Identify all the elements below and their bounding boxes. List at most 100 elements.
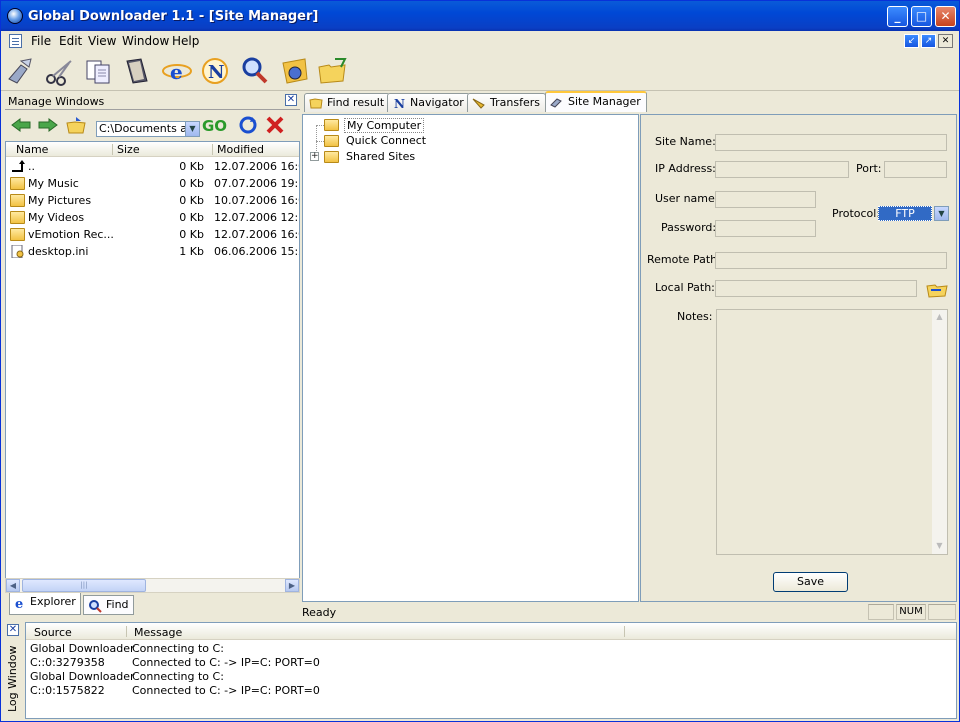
column-source[interactable]: Source <box>34 626 72 639</box>
file-row[interactable]: My Pictures 0 Kb 10.07.2006 16:04 <box>6 192 299 209</box>
file-row[interactable]: My Videos 0 Kb 12.07.2006 12:50 <box>6 209 299 226</box>
refresh-icon[interactable] <box>238 115 258 135</box>
cut-icon[interactable] <box>43 55 75 87</box>
site-manager-icon <box>550 98 562 108</box>
mdi-maximize-icon[interactable]: ↗ <box>921 34 936 48</box>
ip-address-field[interactable] <box>715 161 849 178</box>
navigator-icon[interactable]: N <box>199 55 231 87</box>
file-row[interactable]: My Music 0 Kb 07.07.2006 19:14 <box>6 175 299 192</box>
site-name-field[interactable] <box>715 134 947 151</box>
find-icon[interactable] <box>239 55 271 87</box>
scroll-up-icon[interactable]: ▲ <box>932 310 947 325</box>
file-name: vEmotion Rec... <box>28 228 114 241</box>
protocol-label: Protocol: <box>832 207 881 220</box>
ip-address-label: IP Address: <box>655 162 716 175</box>
file-modified: 12.07.2006 12:50 <box>214 211 299 224</box>
column-modified[interactable]: Modified <box>217 143 264 156</box>
browse-folder-icon[interactable] <box>925 280 949 298</box>
log-message: Connecting to C: <box>132 642 224 655</box>
close-panel-icon[interactable]: ✕ <box>285 94 297 106</box>
log-message: Connecting to C: <box>132 670 224 683</box>
status-num: NUM <box>896 604 926 620</box>
user-name-field[interactable] <box>715 191 816 208</box>
file-row[interactable]: .. 0 Kb 12.07.2006 16:03 <box>6 158 299 175</box>
port-label: Port: <box>856 162 882 175</box>
column-name[interactable]: Name <box>16 143 48 156</box>
folder-icon <box>10 177 25 190</box>
folder-icon <box>324 135 339 147</box>
document-icon[interactable] <box>9 34 22 48</box>
internet-explorer-icon[interactable]: e <box>161 55 193 87</box>
menu-view[interactable]: View <box>88 34 116 48</box>
address-combo[interactable]: C:\Documents ar ▼ <box>96 121 200 137</box>
notes-scrollbar[interactable]: ▲ ▼ <box>932 310 947 554</box>
svg-text:GO: GO <box>202 117 227 134</box>
tab-navigator[interactable]: N Navigator <box>387 93 470 112</box>
log-window-sidebar: ✕ Log Window <box>5 622 23 719</box>
save-button[interactable]: Save <box>773 572 848 592</box>
tab-find-result[interactable]: Find result <box>304 93 391 112</box>
log-list: Source Message Global Downloader Connect… <box>25 622 957 719</box>
minimize-button[interactable]: _ <box>887 6 908 27</box>
go-icon[interactable]: GO <box>202 116 232 134</box>
menu-window[interactable]: Window <box>122 34 169 48</box>
file-row[interactable]: desktop.ini 1 Kb 06.06.2006 15:28 <box>6 243 299 260</box>
mdi-close-icon[interactable]: ✕ <box>938 34 953 48</box>
back-arrow-icon[interactable] <box>10 118 32 132</box>
column-size[interactable]: Size <box>117 143 140 156</box>
chevron-down-icon[interactable]: ▼ <box>934 206 949 221</box>
file-name: My Videos <box>28 211 85 224</box>
navigator-icon: N <box>394 97 405 109</box>
tab-transfers-label: Transfers <box>490 96 540 109</box>
title-bar[interactable]: Global Downloader 1.1 - [Site Manager] _… <box>1 1 959 31</box>
scroll-thumb[interactable]: ||| <box>22 579 146 592</box>
book-icon[interactable] <box>121 55 153 87</box>
status-bar: Ready NUM <box>302 603 957 621</box>
menu-help[interactable]: Help <box>172 34 199 48</box>
forward-arrow-icon[interactable] <box>37 118 59 132</box>
file-row[interactable]: vEmotion Rec... 0 Kb 12.07.2006 16:03 <box>6 226 299 243</box>
app-window: Global Downloader 1.1 - [Site Manager] _… <box>0 0 960 722</box>
tab-transfers[interactable]: Transfers <box>467 93 546 112</box>
folder-icon <box>10 194 25 207</box>
tools-icon[interactable] <box>279 55 311 87</box>
tab-site-manager[interactable]: Site Manager <box>545 91 647 112</box>
maximize-button[interactable]: □ <box>911 6 932 27</box>
file-size: 0 Kb <box>179 194 204 207</box>
chevron-down-icon[interactable]: ▼ <box>185 122 199 136</box>
local-path-field[interactable] <box>715 280 917 297</box>
notes-textarea[interactable]: ▲ ▼ <box>716 309 948 555</box>
scroll-right-icon[interactable]: ▶ <box>285 579 299 592</box>
menu-edit[interactable]: Edit <box>59 34 82 48</box>
up-folder-icon[interactable] <box>65 115 87 135</box>
copy-icon[interactable] <box>83 55 115 87</box>
folder-icon <box>10 211 25 224</box>
horizontal-scrollbar[interactable]: ◀ ||| ▶ <box>5 578 300 593</box>
mdi-restore-icon[interactable]: ↙ <box>904 34 919 48</box>
new-download-icon[interactable] <box>5 55 37 87</box>
remote-path-field[interactable] <box>715 252 947 269</box>
expand-plus-icon[interactable]: + <box>310 152 319 161</box>
svg-text:e: e <box>15 597 23 610</box>
open-folder-icon[interactable] <box>317 55 349 87</box>
tree-node-label: My Computer <box>344 118 425 133</box>
protocol-select[interactable]: FTP ▼ <box>878 206 949 222</box>
close-button[interactable]: ✕ <box>935 6 956 27</box>
scroll-down-icon[interactable]: ▼ <box>932 539 947 554</box>
close-log-icon[interactable]: ✕ <box>7 624 19 636</box>
tab-find[interactable]: Find <box>83 595 134 615</box>
file-name: My Music <box>28 177 79 190</box>
window-title: Global Downloader 1.1 - [Site Manager] <box>28 9 319 24</box>
scroll-left-icon[interactable]: ◀ <box>6 579 20 592</box>
app-globe-icon[interactable] <box>7 8 23 24</box>
site-name-label: Site Name: <box>655 135 716 148</box>
port-field[interactable] <box>884 161 947 178</box>
tab-explorer[interactable]: e Explorer <box>9 593 81 615</box>
manage-windows-panel: Manage Windows ✕ GO C:\Documents ar ▼ Na… <box>5 92 300 617</box>
stop-icon[interactable] <box>265 115 285 135</box>
transfers-icon <box>472 98 485 109</box>
column-message[interactable]: Message <box>134 626 182 639</box>
password-field[interactable] <box>715 220 816 237</box>
status-cell-empty <box>868 604 894 620</box>
menu-file[interactable]: File <box>31 34 51 48</box>
